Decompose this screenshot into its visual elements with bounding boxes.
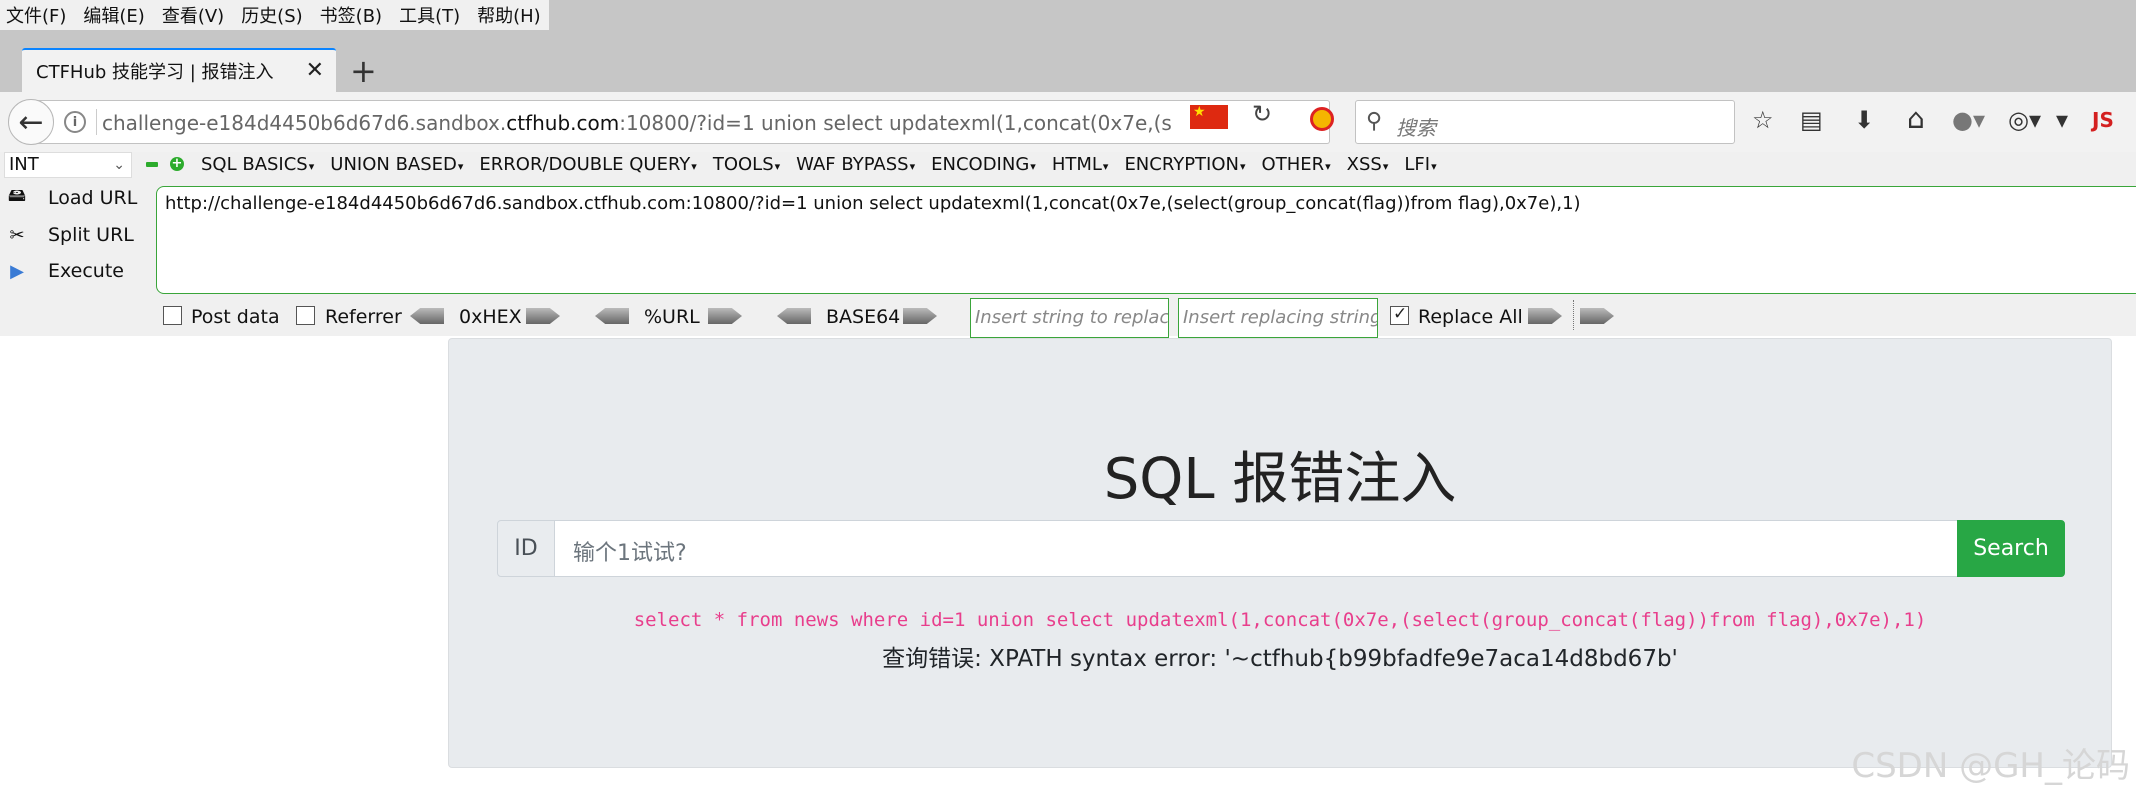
- reload-icon[interactable]: ↻: [1252, 100, 1272, 128]
- split-url-button[interactable]: ✂ Split URL: [6, 224, 134, 246]
- menu-sql-basics[interactable]: SQL BASICS: [201, 154, 314, 175]
- search-icon: ⚲: [1366, 109, 1383, 134]
- post-data-checkbox[interactable]: [163, 306, 182, 325]
- star-icon[interactable]: ☆: [1752, 106, 1774, 134]
- menu-tools[interactable]: TOOLS: [713, 154, 780, 175]
- menu-waf-bypass[interactable]: WAF BYPASS: [796, 154, 915, 175]
- hackbar-menu: SQL BASICS UNION BASED ERROR/DOUBLE QUER…: [201, 154, 1453, 175]
- overflow-menu-icon[interactable]: ▾: [2056, 106, 2068, 134]
- globe-icon[interactable]: ●▾: [1952, 106, 1985, 134]
- page-title: SQL 报错注入: [1103, 447, 1457, 512]
- execute-button[interactable]: ▶ Execute: [6, 260, 124, 282]
- tab-title: CTFHub 技能学习 | 报错注入: [36, 62, 274, 83]
- replace-from-input[interactable]: Insert string to replace: [970, 298, 1169, 338]
- replace-icon[interactable]: [1528, 308, 1562, 324]
- load-url-label: Load URL: [48, 187, 138, 209]
- menu-union-based[interactable]: UNION BASED: [330, 154, 463, 175]
- menu-bar: 文件(F) 编辑(E) 查看(V) 历史(S) 书签(B) 工具(T) 帮助(H…: [0, 0, 2136, 30]
- url-suffix: :10800/?id=1 union select updatexml(1,co…: [619, 111, 1172, 135]
- hex-label: 0xHEX: [459, 306, 522, 328]
- menu-edit[interactable]: 编辑(E): [83, 2, 144, 28]
- menu-view[interactable]: 查看(V): [162, 2, 224, 28]
- back-arrow-icon[interactable]: ←: [8, 99, 54, 145]
- menu-xss[interactable]: XSS: [1347, 154, 1389, 175]
- menu-html[interactable]: HTML: [1052, 154, 1109, 175]
- execute-label: Execute: [48, 260, 124, 282]
- navigation-toolbar: i challenge-e184d4450b6d67d6.sandbox.ctf…: [0, 92, 2136, 152]
- error-message: 查询错误: XPATH syntax error: '~ctfhub{b99bf…: [882, 646, 1678, 672]
- watermark: CSDN @GH_论码: [1851, 746, 2130, 786]
- type-select[interactable]: INT ⌄: [4, 152, 132, 178]
- url-label: %URL: [644, 306, 700, 328]
- url-textarea[interactable]: http://challenge-e184d4450b6d67d6.sandbo…: [156, 186, 2136, 294]
- address-text[interactable]: challenge-e184d4450b6d67d6.sandbox.ctfhu…: [102, 111, 1172, 135]
- menu-lfi[interactable]: LFI: [1404, 154, 1436, 175]
- new-tab-icon[interactable]: +: [350, 52, 377, 90]
- info-icon[interactable]: i: [64, 111, 86, 133]
- address-bar[interactable]: i challenge-e184d4450b6d67d6.sandbox.ctf…: [30, 100, 1330, 144]
- replace-next-icon[interactable]: [1580, 308, 1614, 324]
- replace-all-checkbox[interactable]: [1390, 304, 1409, 325]
- url-textarea-value: http://challenge-e184d4450b6d67d6.sandbo…: [165, 193, 1581, 214]
- search-placeholder: 搜索: [1396, 116, 1436, 140]
- menu-error-double-query[interactable]: ERROR/DOUBLE QUERY: [479, 154, 696, 175]
- hackbar-options: Post data Referrer 0xHEX %URL BASE64 Ins…: [0, 294, 2136, 338]
- content-card: SQL 报错注入 ID 输个1试试? Search select * from …: [448, 338, 2112, 768]
- home-icon[interactable]: ⌂: [1907, 102, 1925, 135]
- menu-history[interactable]: 历史(S): [241, 2, 302, 28]
- load-url-button[interactable]: 🖴 Load URL: [6, 185, 138, 209]
- hex-encode-icon[interactable]: [526, 308, 560, 324]
- url-prefix: challenge-e184d4450b6d67d6.sandbox.: [102, 111, 507, 135]
- tab-ctfhub[interactable]: CTFHub 技能学习 | 报错注入 ✕: [22, 48, 336, 92]
- divider: [96, 109, 97, 135]
- js-icon[interactable]: JS: [2092, 108, 2114, 132]
- menu-tools[interactable]: 工具(T): [399, 2, 460, 28]
- replace-to-input[interactable]: Insert replacing string: [1178, 298, 1378, 338]
- plus-icon[interactable]: +: [170, 157, 184, 171]
- type-select-value: INT: [9, 154, 39, 175]
- replace-all-label: Replace All: [1418, 306, 1523, 328]
- close-icon[interactable]: ✕: [306, 58, 324, 83]
- load-url-icon: 🖴: [7, 185, 27, 206]
- search-button[interactable]: Search: [1957, 520, 2065, 577]
- menu-list: 文件(F) 编辑(E) 查看(V) 历史(S) 书签(B) 工具(T) 帮助(H…: [0, 0, 549, 30]
- tab-strip: CTFHub 技能学习 | 报错注入 ✕ +: [0, 30, 2136, 92]
- base64-encode-icon[interactable]: [903, 308, 937, 324]
- download-icon[interactable]: ⬇: [1854, 106, 1874, 134]
- menu-encoding[interactable]: ENCODING: [931, 154, 1036, 175]
- base64-decode-icon[interactable]: [777, 308, 811, 324]
- menu-bookmarks[interactable]: 书签(B): [320, 2, 382, 28]
- search-box[interactable]: ⚲ 搜索: [1355, 100, 1735, 144]
- referrer-checkbox[interactable]: [296, 306, 315, 325]
- play-icon: ▶: [10, 260, 24, 282]
- url-encode-icon[interactable]: [708, 308, 742, 324]
- id-input-group: ID 输个1试试?: [497, 520, 2065, 577]
- menu-file[interactable]: 文件(F): [6, 2, 66, 28]
- url-decode-icon[interactable]: [595, 308, 629, 324]
- post-data-label: Post data: [191, 306, 280, 328]
- sql-query: select * from news where id=1 union sele…: [633, 609, 1927, 631]
- reader-icon[interactable]: ▤: [1800, 106, 1823, 134]
- menu-help[interactable]: 帮助(H): [477, 2, 541, 28]
- referrer-label: Referrer: [325, 306, 402, 328]
- base64-label: BASE64: [826, 306, 901, 328]
- menu-other[interactable]: OTHER: [1262, 154, 1331, 175]
- hackbar-panel: INT ⌄ + SQL BASICS UNION BASED ERROR/DOU…: [0, 152, 2136, 338]
- china-flag-icon[interactable]: [1190, 104, 1228, 129]
- split-url-label: Split URL: [48, 224, 134, 246]
- hex-decode-icon[interactable]: [410, 308, 444, 324]
- chevron-down-icon: ⌄: [113, 157, 125, 173]
- noscript-icon[interactable]: [1310, 107, 1334, 131]
- scissors-icon: ✂: [9, 224, 25, 246]
- menu-encryption[interactable]: ENCRYPTION: [1124, 154, 1245, 175]
- id-input[interactable]: 输个1试试?: [554, 520, 1959, 577]
- id-label: ID: [497, 520, 555, 577]
- minus-icon[interactable]: [146, 162, 158, 167]
- palette-icon[interactable]: ◎▾: [2008, 106, 2041, 134]
- divider: [1573, 300, 1574, 330]
- url-host: ctfhub.com: [506, 111, 620, 135]
